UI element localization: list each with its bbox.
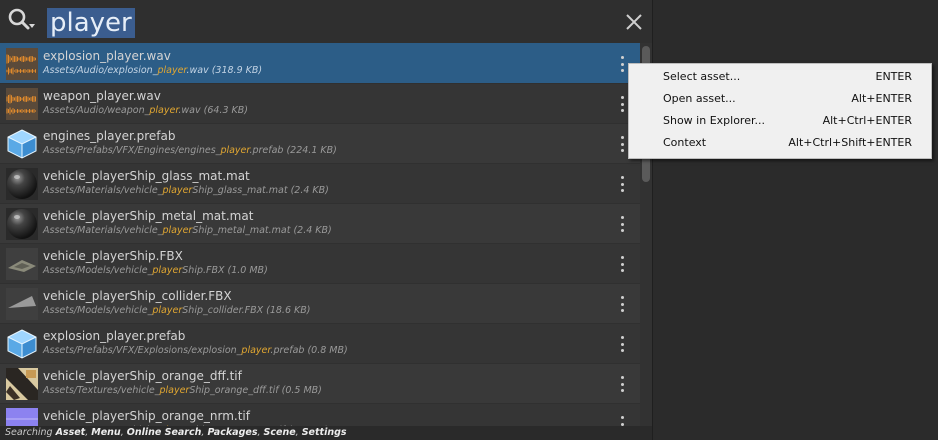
result-row[interactable]: explosion_player.wav Assets/Audio/explosi… [0, 43, 640, 83]
result-path: Assets/Audio/explosion_player.wav (318.9… [43, 65, 262, 76]
result-path-prefix: Assets/Prefabs/VFX/Explosions/explosion_ [43, 345, 242, 356]
result-row[interactable]: explosion_player.prefab Assets/Prefabs/VF… [0, 323, 640, 363]
result-path-suffix: .prefab (0.8 MB) [270, 345, 348, 356]
result-path-match: player [157, 65, 187, 76]
close-icon[interactable] [624, 12, 644, 32]
result-path: Assets/Materials/vehicle_playerShip_meta… [43, 225, 332, 236]
result-path-prefix: Assets/Materials/vehicle_ [43, 225, 163, 236]
more-options-icon[interactable] [614, 336, 630, 352]
status-provider: Packages [207, 427, 258, 438]
search-panel: player explosion_player.wav Assets/Audio/… [0, 0, 653, 440]
material-sphere-icon [6, 168, 38, 200]
result-row[interactable]: vehicle_playerShip_metal_mat.mat Assets/M… [0, 203, 640, 243]
status-prefix: Searching [5, 427, 56, 438]
result-path-match: player [220, 145, 250, 156]
result-path-suffix: Ship.FBX (1.0 MB) [182, 265, 268, 276]
result-path-suffix: .wav (318.9 KB) [186, 65, 263, 76]
menu-item-label: Open asset... [663, 92, 736, 105]
result-path-prefix: Assets/Textures/vehicle_ [43, 385, 160, 396]
result-path: Assets/Textures/vehicle_playerShip_orang… [43, 385, 322, 396]
result-row[interactable]: vehicle_playerShip_collider.FBX Assets/Mo… [0, 283, 640, 323]
audio-waveform-icon [6, 88, 38, 120]
result-path-suffix: .wav (64.3 KB) [178, 105, 248, 116]
menu-item-label: Show in Explorer... [663, 114, 765, 127]
context-menu-item[interactable]: Show in Explorer... Alt+Ctrl+ENTER [629, 110, 931, 132]
menu-item-shortcut: Alt+ENTER [851, 92, 912, 105]
context-menu: Select asset... ENTER Open asset... Alt+ENT… [628, 63, 932, 159]
result-name: vehicle_playerShip_metal_mat.mat [43, 209, 254, 223]
result-name: vehicle_playerShip.FBX [43, 249, 183, 263]
result-path-suffix: Ship_orange_dff.tif (0.5 MB) [189, 385, 322, 396]
result-name: vehicle_playerShip_orange_nrm.tif [43, 409, 250, 423]
result-path-prefix: Assets/Audio/weapon_ [43, 105, 150, 116]
result-name: weapon_player.wav [43, 89, 161, 103]
result-path-match: player [152, 265, 183, 276]
search-input[interactable]: player [47, 8, 135, 38]
material-sphere-icon [6, 208, 38, 240]
result-row[interactable]: vehicle_playerShip.FBX Assets/Models/vehi… [0, 243, 640, 283]
result-path-prefix: Assets/Models/vehicle_ [43, 265, 153, 276]
status-provider: Scene [263, 427, 296, 438]
result-path: Assets/Prefabs/VFX/Engines/engines_playe… [43, 145, 337, 156]
status-provider: Online Search [126, 427, 202, 438]
result-path-match: player [152, 305, 183, 316]
result-row[interactable]: engines_player.prefab Assets/Prefabs/VFX/… [0, 123, 640, 163]
result-path-prefix: Assets/Models/vehicle_ [43, 305, 153, 316]
result-name: vehicle_playerShip_collider.FBX [43, 289, 232, 303]
result-path-suffix: Ship_metal_mat.mat (2.4 KB) [192, 225, 332, 236]
prefab-cube-icon [6, 328, 38, 360]
menu-item-shortcut: ENTER [875, 70, 913, 83]
status-provider: Menu [91, 427, 121, 438]
result-name: explosion_player.prefab [43, 329, 186, 343]
status-provider: Settings [301, 427, 347, 438]
result-path-suffix: .prefab (224.1 KB) [249, 145, 337, 156]
context-menu-item[interactable]: Context Alt+Ctrl+Shift+ENTER [629, 132, 931, 154]
result-name: explosion_player.wav [43, 49, 171, 63]
result-row[interactable]: weapon_player.wav Assets/Audio/weapon_pla… [0, 83, 640, 123]
prefab-cube-icon [6, 128, 38, 160]
search-icon[interactable] [6, 6, 36, 36]
audio-waveform-icon [6, 48, 38, 80]
menu-item-shortcut: Alt+Ctrl+ENTER [822, 114, 912, 127]
result-path-suffix: Ship_glass_mat.mat (2.4 KB) [192, 185, 329, 196]
model-collider-icon [6, 288, 38, 320]
result-name: engines_player.prefab [43, 129, 176, 143]
result-path: Assets/Materials/vehicle_playerShip_glas… [43, 185, 329, 196]
status-provider: Asset [55, 427, 86, 438]
search-bar: player [0, 0, 652, 43]
result-path: Assets/Models/vehicle_playerShip.FBX (1.… [43, 265, 268, 276]
menu-item-shortcut: Alt+Ctrl+Shift+ENTER [788, 136, 912, 149]
result-path-prefix: Assets/Materials/vehicle_ [43, 185, 163, 196]
result-path-match: player [149, 105, 179, 116]
result-path: Assets/Audio/weapon_player.wav (64.3 KB) [43, 105, 248, 116]
result-name: vehicle_playerShip_glass_mat.mat [43, 169, 250, 183]
texture-diffuse-icon [6, 368, 38, 400]
more-options-icon[interactable] [614, 256, 630, 272]
result-path-match: player [241, 345, 271, 356]
result-path: Assets/Prefabs/VFX/Explosions/explosion_… [43, 345, 348, 356]
context-menu-item[interactable]: Open asset... Alt+ENTER [629, 88, 931, 110]
more-options-icon[interactable] [614, 376, 630, 392]
context-menu-item[interactable]: Select asset... ENTER [629, 66, 931, 88]
result-name: vehicle_playerShip_orange_dff.tif [43, 369, 242, 383]
result-path-prefix: Assets/Prefabs/VFX/Engines/engines_ [43, 145, 221, 156]
result-row[interactable]: vehicle_playerShip_glass_mat.mat Assets/M… [0, 163, 640, 203]
menu-item-label: Context [663, 136, 707, 149]
more-options-icon[interactable] [614, 296, 630, 312]
result-path-match: player [162, 185, 193, 196]
more-options-icon[interactable] [614, 216, 630, 232]
result-path: Assets/Models/vehicle_playerShip_collide… [43, 305, 310, 316]
result-row[interactable]: vehicle_playerShip_orange_dff.tif Assets/… [0, 363, 640, 403]
results-list: explosion_player.wav Assets/Audio/explosi… [0, 43, 640, 440]
more-options-icon[interactable] [614, 176, 630, 192]
status-bar: Searching Asset, Menu, Online Search, Pa… [0, 426, 652, 440]
menu-item-label: Select asset... [663, 70, 741, 83]
result-path-suffix: Ship_collider.FBX (18.6 KB) [182, 305, 311, 316]
result-path-prefix: Assets/Audio/explosion_ [43, 65, 158, 76]
result-path-match: player [162, 225, 193, 236]
result-path-match: player [159, 385, 190, 396]
model-ship-icon [6, 248, 38, 280]
